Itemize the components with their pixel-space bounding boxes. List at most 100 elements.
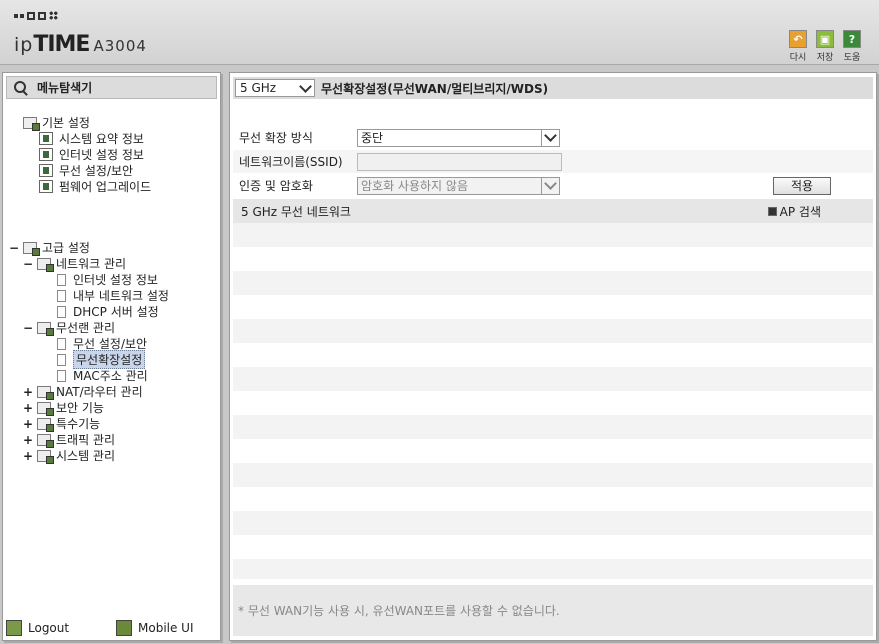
mode-select-value: 중단 — [361, 131, 384, 145]
ssid-row: 네트워크이름(SSID) — [233, 150, 873, 173]
tree-wireless-management[interactable]: − 무선랜 관리 — [23, 320, 116, 336]
title-bar: 5 GHz 무선확장설정(무선WAN/멀티브리지/WDS) — [233, 77, 873, 99]
menu-item-internet-settings[interactable]: 인터넷 설정 정보 — [57, 272, 158, 287]
dropdown-arrow — [541, 129, 559, 146]
mobile-ui-button[interactable]: Mobile UI — [116, 620, 194, 636]
menu-item-dhcp-settings[interactable]: DHCP 서버 설정 — [57, 304, 159, 319]
upgrade-icon — [39, 180, 53, 193]
traffic-folder-icon — [37, 433, 54, 448]
menu-label: 인터넷 설정 정보 — [73, 273, 158, 287]
help-icon: ? — [843, 30, 861, 48]
tree-system-management[interactable]: + 시스템 관리 — [23, 448, 116, 464]
expand-toggle[interactable]: + — [23, 401, 33, 415]
mobile-ui-label: Mobile UI — [138, 621, 194, 635]
header: ipTIME A3004 ↶ 다시 ▣ 저장 ? 도움 — [0, 0, 879, 65]
sidebar-footer: Logout Mobile UI — [3, 616, 220, 640]
tree-traffic-management[interactable]: + 트래픽 관리 — [23, 432, 115, 448]
logout-button[interactable]: Logout — [6, 620, 69, 636]
tree-label: 보안 기능 — [56, 401, 104, 415]
menu-explorer-header[interactable]: 메뉴탐색기 — [6, 76, 217, 99]
chevron-down-icon — [544, 129, 557, 142]
network-list-row — [233, 463, 873, 487]
tree-advanced-settings[interactable]: − 고급 설정 — [9, 240, 90, 256]
menu-item-lan-settings[interactable]: 내부 네트워크 설정 — [57, 288, 169, 303]
expand-toggle[interactable]: + — [23, 385, 33, 399]
collapse-toggle[interactable]: − — [23, 257, 33, 271]
system-folder-icon — [37, 449, 54, 464]
tree-label: 특수기능 — [56, 417, 101, 431]
ssid-input[interactable] — [357, 152, 562, 171]
menu-item-system-summary[interactable]: 시스템 요약 정보 — [39, 131, 144, 146]
menu-item-internet-info[interactable]: 인터넷 설정 정보 — [39, 147, 144, 162]
monitor-icon — [39, 148, 53, 161]
tree-label: NAT/라우터 관리 — [56, 385, 143, 399]
special-folder-icon — [37, 417, 54, 432]
mode-label: 무선 확장 방식 — [239, 131, 313, 145]
expand-toggle[interactable]: + — [23, 417, 33, 431]
save-icon: ▣ — [816, 30, 834, 48]
undo-label: 다시 — [789, 53, 807, 63]
menu-item-wireless-security[interactable]: 무선 설정/보안 — [39, 163, 133, 178]
undo-button[interactable]: ↶ 다시 — [787, 30, 809, 63]
tree-nat-router[interactable]: + NAT/라우터 관리 — [23, 384, 143, 400]
network-list-row — [233, 367, 873, 391]
menu-label: 무선 설정/보안 — [59, 164, 134, 178]
tree-label: 기본 설정 — [42, 116, 90, 130]
tree-security[interactable]: + 보안 기능 — [23, 400, 104, 416]
page-icon — [57, 353, 66, 366]
brand-ip: ip — [14, 34, 34, 56]
band-select[interactable]: 5 GHz — [235, 79, 315, 97]
auth-select[interactable]: 암호화 사용하지 않음 — [357, 176, 560, 195]
footer-note: * 무선 WAN기능 사용 시, 유선WAN포트를 사용할 수 없습니다. — [238, 604, 560, 618]
save-label: 저장 — [816, 53, 834, 63]
help-button[interactable]: ? 도움 — [841, 30, 863, 63]
ap-search-label: AP 검색 — [779, 204, 821, 219]
save-button[interactable]: ▣ 저장 — [814, 30, 836, 63]
apply-button[interactable]: 적용 — [773, 176, 831, 195]
tree-label: 무선랜 관리 — [56, 321, 116, 335]
menu-item-wireless-extension[interactable]: 무선확장설정 — [57, 350, 146, 369]
menu-item-firmware-upgrade[interactable]: 펌웨어 업그레이드 — [39, 179, 151, 194]
page-icon — [57, 369, 66, 382]
mode-select[interactable]: 중단 — [357, 128, 560, 147]
network-list-header: 5 GHz 무선 네트워크 AP 검색 — [233, 199, 873, 223]
menu-explorer-label: 메뉴탐색기 — [37, 81, 93, 95]
mobile-icon — [116, 620, 132, 636]
network-folder-icon — [37, 257, 54, 272]
notice-footer: * 무선 WAN기능 사용 시, 유선WAN포트를 사용할 수 없습니다. — [233, 585, 873, 636]
tree-label: 고급 설정 — [42, 241, 90, 255]
menu-item-wireless-security-adv[interactable]: 무선 설정/보안 — [57, 336, 147, 351]
chevron-down-icon — [544, 177, 557, 190]
collapse-toggle[interactable]: − — [9, 241, 19, 255]
main-panel: 5 GHz 무선확장설정(무선WAN/멀티브리지/WDS) 무선 확장 방식 중… — [229, 72, 877, 641]
page-icon — [57, 305, 66, 318]
expand-toggle[interactable]: + — [23, 449, 33, 463]
tree-special-functions[interactable]: + 특수기능 — [23, 416, 101, 432]
page-icon — [57, 273, 66, 286]
expand-toggle[interactable]: + — [23, 433, 33, 447]
tree-network-management[interactable]: − 네트워크 관리 — [23, 256, 126, 272]
wifi-folder-icon — [37, 321, 54, 336]
network-list-row — [233, 511, 873, 535]
mode-row: 무선 확장 방식 중단 — [233, 126, 873, 149]
checkbox-icon — [767, 206, 777, 216]
tree-label: 시스템 관리 — [56, 449, 116, 463]
page-title: 무선확장설정(무선WAN/멀티브리지/WDS) — [321, 81, 549, 96]
menu-label: DHCP 서버 설정 — [73, 305, 159, 319]
tree-basic-settings[interactable]: 기본 설정 — [23, 115, 90, 131]
logout-label: Logout — [28, 621, 70, 635]
help-label: 도움 — [843, 53, 861, 63]
logout-icon — [6, 620, 22, 636]
page-icon — [57, 289, 66, 302]
undo-icon: ↶ — [789, 30, 807, 48]
chevron-down-icon — [299, 79, 312, 93]
ap-search-button[interactable]: AP 검색 — [767, 203, 821, 220]
auth-label: 인증 및 암호화 — [239, 179, 313, 193]
brand-time: TIME — [33, 32, 90, 57]
folder-icon — [23, 116, 40, 131]
collapse-toggle[interactable]: − — [23, 321, 33, 335]
brand-dots-logo — [14, 11, 58, 20]
folder-icon — [23, 241, 40, 256]
chart-icon — [39, 132, 53, 145]
menu-item-mac-management[interactable]: MAC주소 관리 — [57, 368, 148, 383]
